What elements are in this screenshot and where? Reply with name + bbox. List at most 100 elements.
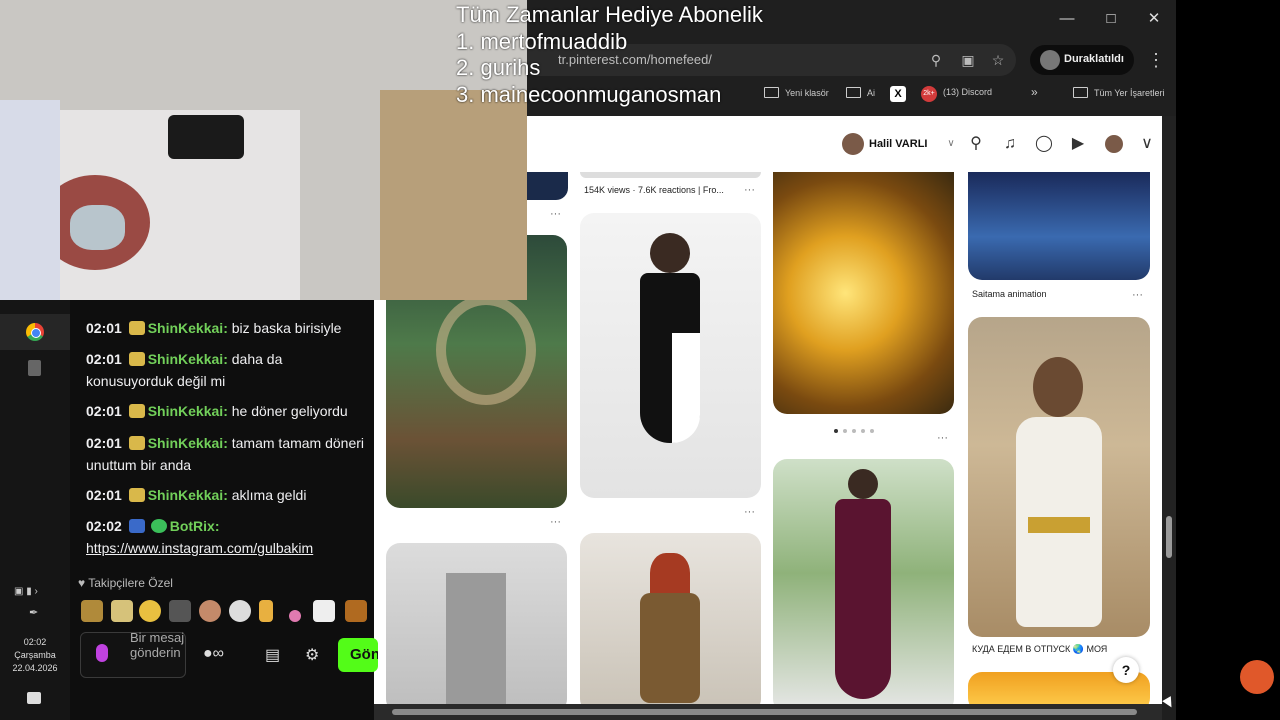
pin-spartan-warrior[interactable]: [580, 533, 761, 704]
more-options-icon[interactable]: ···: [1132, 289, 1143, 301]
close-icon[interactable]: ✕: [1142, 8, 1166, 30]
profile-status-label: Duraklatıldı: [1064, 53, 1124, 65]
scrollbar-thumb[interactable]: [1166, 516, 1172, 558]
emote[interactable]: [259, 600, 273, 622]
emote[interactable]: [169, 600, 191, 622]
chat-username[interactable]: ShinKekkai: [148, 351, 223, 367]
bot-badge-icon: [128, 519, 145, 533]
pin-purple-gown[interactable]: [773, 459, 954, 704]
send-button[interactable]: Gönder: [338, 638, 378, 672]
taskbar-clock[interactable]: 02:02 Çarşamba 22.04.2026: [0, 636, 70, 675]
more-bookmarks-icon[interactable]: »: [1031, 85, 1038, 99]
heart-icon: ♥: [78, 576, 86, 590]
more-options-icon[interactable]: ···: [550, 516, 561, 528]
chat-username[interactable]: ShinKekkai: [148, 403, 223, 419]
x-logo-icon[interactable]: X: [890, 86, 906, 102]
maximize-icon[interactable]: □: [1099, 8, 1123, 30]
app-icon[interactable]: [28, 360, 41, 376]
more-options-icon[interactable]: ···: [937, 432, 948, 444]
discord-icon: 2k+: [921, 86, 937, 102]
chat-message: 02:01 ShinKekkai: biz baska birisiyle: [86, 320, 342, 336]
overlay-line: 1. mertofmuaddib: [456, 29, 628, 54]
chat-username[interactable]: ShinKekkai: [148, 435, 223, 451]
emote[interactable]: [289, 610, 301, 622]
pin-image[interactable]: [580, 172, 761, 178]
pin-black-dress[interactable]: [580, 213, 761, 498]
bookmark-discord[interactable]: (13) Discord: [943, 87, 992, 97]
pin-fashion-jacket[interactable]: [386, 543, 567, 704]
emote[interactable]: [313, 600, 335, 622]
scrollbar-thumb[interactable]: [392, 709, 1137, 715]
sub-badge-icon: [128, 352, 145, 366]
sub-badge-icon: [128, 404, 145, 418]
bookmark-star-icon[interactable]: ☆: [988, 50, 1008, 70]
overlay-title: Tüm Zamanlar Hediye Abonelik: [456, 2, 763, 27]
chrome-icon[interactable]: [26, 323, 44, 341]
vertical-scrollbar[interactable]: [1162, 116, 1176, 704]
store-icon[interactable]: ▤: [265, 645, 280, 665]
microphone-icon[interactable]: [96, 644, 108, 662]
emote[interactable]: [111, 600, 133, 622]
taskbar: ▣ ▮ › ✒ 02:02 Çarşamba 22.04.2026: [0, 300, 70, 720]
verified-icon: [150, 519, 167, 533]
chat-message: 02:01 ShinKekkai: daha da konusuyorduk d…: [86, 351, 283, 389]
search-icon[interactable]: ⚲: [966, 134, 986, 154]
profile-name[interactable]: Halil VARLI: [869, 138, 927, 150]
zoom-icon[interactable]: ⚲: [926, 50, 946, 70]
more-options-icon[interactable]: ···: [550, 208, 561, 220]
pin-egyptian-queen[interactable]: [968, 317, 1150, 637]
tray-icons[interactable]: ▣ ▮ ›: [14, 586, 38, 597]
emote[interactable]: [345, 600, 367, 622]
pin-anime-naruto[interactable]: [773, 172, 954, 414]
install-app-icon[interactable]: ▣: [958, 50, 978, 70]
avatar[interactable]: [842, 133, 864, 155]
chat-message: 02:01 ShinKekkai: he döner geliyordu: [86, 403, 348, 419]
avatar[interactable]: [1105, 135, 1123, 153]
followers-only-notice: ♥ Takipçilere Özel: [78, 576, 173, 590]
help-button[interactable]: ?: [1113, 657, 1139, 683]
pin-caption[interactable]: Saitama animation: [972, 289, 1047, 299]
chat-username[interactable]: ShinKekkai: [148, 320, 223, 336]
folder-icon: [764, 87, 779, 98]
chat-message: 02:01 ShinKekkai: tamam tamam döneri unu…: [86, 435, 365, 473]
bookmark-yeni-klasor[interactable]: Yeni klasör: [764, 87, 829, 98]
minimize-icon[interactable]: —: [1055, 8, 1079, 30]
bookmark-ai[interactable]: Ai: [846, 87, 875, 98]
pin-caption[interactable]: 154K views · 7.6K reactions | Fro...: [584, 185, 724, 195]
sub-badge-icon: [128, 436, 145, 450]
pin-saitama-animation[interactable]: [968, 172, 1150, 280]
fox-icon: [1240, 660, 1274, 694]
emote[interactable]: [139, 600, 161, 622]
more-options-icon[interactable]: ···: [744, 184, 755, 196]
overlay-line: 2. gurihs: [456, 55, 541, 80]
messages-icon[interactable]: ◯: [1034, 134, 1054, 154]
avatar: [1040, 50, 1060, 70]
bell-icon[interactable]: ♫: [1000, 134, 1020, 154]
emote[interactable]: [81, 600, 103, 622]
chevron-down-icon[interactable]: ∨: [941, 134, 961, 154]
chat-message: 02:01 ShinKekkai: aklıma geldi: [86, 487, 307, 503]
settings-icon[interactable]: ⚙: [305, 645, 319, 665]
chat-link[interactable]: https://www.instagram.com/gulbakim: [86, 540, 313, 556]
chat-input-placeholder: Bir mesaj gönderin: [130, 630, 185, 660]
chevron-down-icon[interactable]: ∨: [1137, 134, 1157, 154]
chat-message: 02:02 BotRix: https://www.instagram.com/…: [86, 518, 314, 556]
pin-caption[interactable]: КУДА ЕДЕМ В ОТПУСК 🌏 МОЯ: [972, 644, 1107, 655]
more-options-icon[interactable]: ···: [744, 506, 755, 518]
chat-username[interactable]: BotRix: [170, 518, 215, 534]
emote-menu-icon[interactable]: ●∞: [203, 645, 224, 663]
carousel-dots[interactable]: [834, 420, 894, 433]
overlay-line: 3. mainecoonmuganosman: [456, 82, 722, 107]
all-bookmarks[interactable]: Tüm Yer İşaretleri: [1073, 87, 1165, 98]
notification-icon[interactable]: [27, 692, 41, 704]
webcam-feed: [0, 0, 527, 300]
chat-username[interactable]: ShinKekkai: [148, 487, 223, 503]
pen-icon[interactable]: ✒: [29, 606, 38, 619]
emote[interactable]: [199, 600, 221, 622]
folder-icon: [846, 87, 861, 98]
folder-icon: [1073, 87, 1088, 98]
sub-badge-icon: [128, 488, 145, 502]
browser-menu-icon[interactable]: ⋮: [1147, 50, 1165, 70]
emote[interactable]: [229, 600, 251, 622]
megaphone-icon[interactable]: ▶: [1068, 134, 1088, 154]
